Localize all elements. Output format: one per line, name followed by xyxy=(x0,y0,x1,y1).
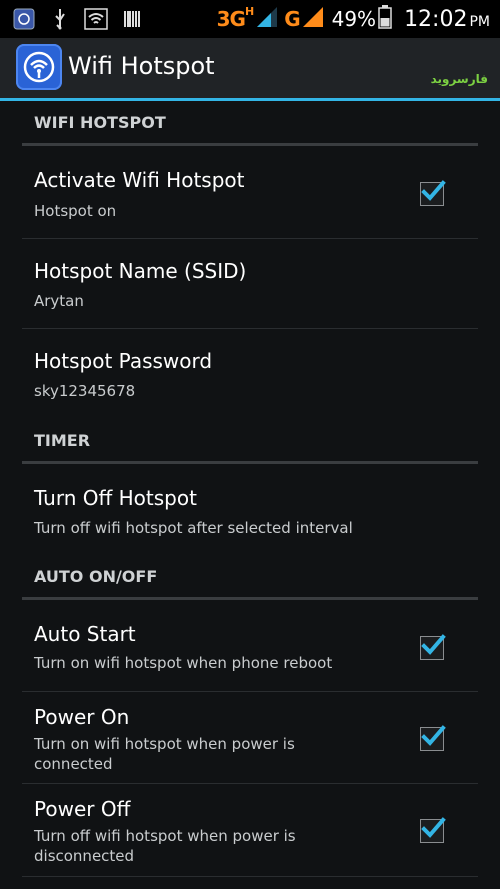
checkbox-power-off[interactable] xyxy=(420,817,446,843)
clock-ampm: PM xyxy=(469,13,490,30)
pref-activate-wifi-hotspot[interactable]: Activate Wifi Hotspot Hotspot on xyxy=(22,146,478,239)
pref-title: Hotspot Password xyxy=(34,349,213,373)
clock: 12:02 PM xyxy=(404,7,490,32)
battery-percentage: 49% xyxy=(331,7,377,31)
signal-icon-1 xyxy=(256,6,278,32)
pref-title: Power Off xyxy=(34,797,131,821)
pref-summary: Turn on wifi hotspot when power is conne… xyxy=(34,735,295,773)
pref-hotspot-password[interactable]: Hotspot Password sky12345678 xyxy=(22,329,478,419)
usb-icon xyxy=(48,7,72,31)
section-header-auto-on-off: AUTO ON/OFF xyxy=(22,555,478,600)
pref-title: Hotspot Name (SSID) xyxy=(34,259,247,283)
clock-time: 12:02 xyxy=(404,6,468,32)
pref-auto-start[interactable]: Auto Start Turn on wifi hotspot when pho… xyxy=(22,600,478,692)
network-type-3g: 3G xyxy=(216,7,246,31)
action-bar: Wifi Hotspot فارسروید xyxy=(0,38,500,98)
pref-title: Turn Off Hotspot xyxy=(34,486,197,510)
pref-title: Power On xyxy=(34,705,130,729)
signal-icon-2 xyxy=(302,6,324,32)
network-hspa-indicator: H xyxy=(244,4,255,18)
app-notification-icon xyxy=(12,7,36,31)
pref-hotspot-name[interactable]: Hotspot Name (SSID) Arytan xyxy=(22,239,478,329)
pref-summary: Turn off wifi hotspot when power is disc… xyxy=(34,827,296,865)
pref-power-on[interactable]: Power On Turn on wifi hotspot when power… xyxy=(22,692,478,784)
pref-title: Auto Start xyxy=(34,622,136,646)
checkbox-auto-start[interactable] xyxy=(420,634,446,660)
notification-icons xyxy=(12,6,144,32)
checkbox-activate[interactable] xyxy=(420,180,446,206)
pref-summary: sky12345678 xyxy=(34,382,136,400)
wifi-status-icon xyxy=(84,7,108,31)
pref-summary: Hotspot on xyxy=(34,202,117,220)
pref-power-off[interactable]: Power Off Turn off wifi hotspot when pow… xyxy=(22,784,478,877)
pref-turn-off-hotspot[interactable]: Turn Off Hotspot Turn off wifi hotspot a… xyxy=(22,464,478,555)
checkmark-icon xyxy=(421,634,446,655)
pref-title: Activate Wifi Hotspot xyxy=(34,168,245,192)
network-type-g: G xyxy=(284,7,300,31)
preference-list: WIFI HOTSPOT Activate Wifi Hotspot Hotsp… xyxy=(0,101,500,877)
checkmark-icon xyxy=(421,725,446,746)
watermark-logo: فارسروید xyxy=(430,72,488,86)
status-bar: 3G H G 49% 12:02 PM xyxy=(0,0,500,38)
checkmark-icon xyxy=(421,817,446,838)
system-status: 3G H G 49% 12:02 PM xyxy=(217,4,490,34)
pref-summary: Turn on wifi hotspot when phone reboot xyxy=(34,654,333,672)
section-header-timer: TIMER xyxy=(22,419,478,464)
section-header-wifi-hotspot: WIFI HOTSPOT xyxy=(22,101,478,146)
checkmark-icon xyxy=(421,180,446,201)
pref-summary: Turn off wifi hotspot after selected int… xyxy=(34,519,353,537)
pref-summary: Arytan xyxy=(34,292,84,310)
checkbox-power-on[interactable] xyxy=(420,725,446,751)
barcode-icon xyxy=(120,7,144,31)
app-title: Wifi Hotspot xyxy=(68,52,215,80)
wifi-hotspot-app-icon[interactable] xyxy=(16,44,62,90)
battery-icon xyxy=(378,5,392,33)
